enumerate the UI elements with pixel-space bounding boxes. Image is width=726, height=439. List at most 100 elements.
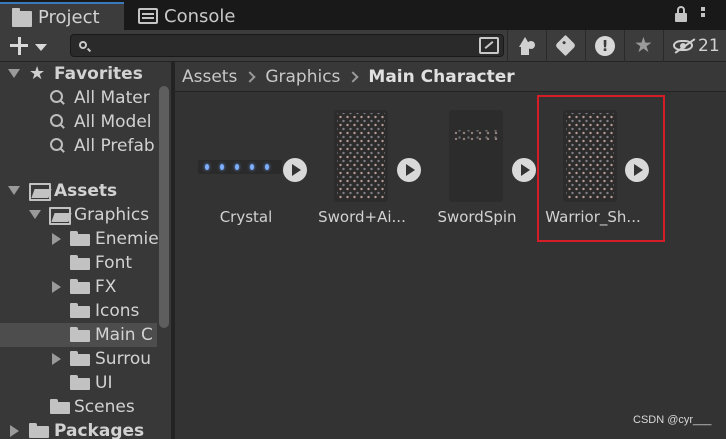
- asset-thumbnail: [419, 110, 536, 202]
- tree-item-folder[interactable]: Font: [0, 251, 157, 275]
- folder-tree: ★ Favorites All Mater All Model All Pref…: [0, 62, 171, 439]
- tree-label: Assets: [54, 181, 118, 201]
- folder-open-icon: [29, 183, 51, 201]
- tree-item-favorite[interactable]: All Model: [0, 110, 157, 134]
- more-options-icon[interactable]: [701, 7, 705, 23]
- tree-item-folder[interactable]: Scenes: [0, 395, 157, 419]
- folder-icon: [29, 423, 49, 438]
- asset-thumbnail: [188, 110, 307, 202]
- star-icon: ★: [634, 33, 653, 57]
- tree-item-favorites[interactable]: ★ Favorites: [0, 62, 157, 86]
- chevron-down-icon[interactable]: [8, 186, 20, 195]
- folder-icon: [70, 375, 90, 390]
- tree-item-packages[interactable]: Packages: [0, 419, 157, 439]
- hidden-packages-button[interactable]: 21: [663, 30, 726, 62]
- tree-item-favorite[interactable]: All Mater: [0, 86, 157, 110]
- tab-label: Console: [164, 5, 236, 27]
- create-button[interactable]: [8, 34, 50, 58]
- asset-thumbnail: [304, 110, 421, 202]
- plus-icon: [10, 37, 28, 55]
- folder-icon: [70, 255, 90, 270]
- search-input[interactable]: [95, 37, 475, 54]
- tree-label: Graphics: [74, 205, 150, 225]
- search-by-label-button[interactable]: [546, 30, 584, 62]
- search-icon: [79, 41, 87, 49]
- highlight-box: [537, 95, 665, 242]
- tree-item-folder[interactable]: FX: [0, 275, 157, 299]
- search-scope-icon[interactable]: [479, 37, 499, 54]
- tree-item-folder[interactable]: Enemie: [0, 227, 159, 251]
- search-icon: [50, 138, 66, 156]
- tree-item-folder[interactable]: UI: [0, 371, 157, 395]
- hidden-count: 21: [698, 36, 720, 56]
- tree-label: Enemie: [95, 229, 159, 249]
- tree-item-assets[interactable]: Assets: [0, 179, 157, 203]
- lock-icon[interactable]: [675, 6, 687, 22]
- breadcrumb-item[interactable]: Graphics: [265, 67, 340, 87]
- tree-label: Favorites: [54, 64, 143, 84]
- tree-item-folder[interactable]: Icons: [0, 299, 157, 323]
- tree-label: Packages: [54, 421, 145, 439]
- tree-label: Icons: [95, 301, 140, 321]
- search-by-importlog-button[interactable]: !: [585, 30, 623, 62]
- folder-icon: [70, 279, 90, 294]
- project-toolbar: ! ★ 21: [0, 30, 726, 62]
- chevron-down-icon[interactable]: [8, 69, 20, 78]
- chevron-down-icon[interactable]: [29, 210, 41, 219]
- tab-label: Project: [38, 6, 100, 28]
- folder-icon: [70, 303, 90, 318]
- asset-item[interactable]: Sword+Ai...: [304, 92, 424, 242]
- folder-open-icon: [49, 207, 71, 225]
- tree-label: Main C: [95, 325, 153, 345]
- asset-name: SwordSpin: [437, 208, 517, 226]
- breadcrumb-current[interactable]: Main Character: [368, 67, 514, 87]
- warning-icon: !: [595, 36, 615, 56]
- folder-icon: [12, 7, 32, 27]
- folder-icon: [70, 327, 90, 342]
- search-icon: [50, 90, 66, 108]
- folder-icon: [50, 399, 70, 414]
- tree-label: UI: [95, 373, 113, 393]
- play-icon[interactable]: [512, 158, 536, 182]
- search-field: [70, 34, 504, 57]
- save-search-button[interactable]: ★: [624, 30, 662, 62]
- shapes-icon: [519, 37, 537, 55]
- chevron-right-icon: [244, 70, 256, 83]
- breadcrumb: Assets Graphics Main Character: [175, 62, 726, 92]
- folder-icon: [70, 231, 90, 246]
- breadcrumb-item[interactable]: Assets: [182, 67, 237, 87]
- eye-slash-icon: [673, 40, 693, 51]
- asset-name: Sword+Ai...: [318, 208, 406, 226]
- search-by-type-button[interactable]: [507, 30, 545, 62]
- tab-console[interactable]: Console: [126, 2, 258, 30]
- chevron-right-icon[interactable]: [52, 281, 61, 293]
- tag-icon: [554, 34, 577, 57]
- sprite-sheet-preview: [337, 113, 385, 199]
- chevron-right-icon[interactable]: [52, 233, 61, 245]
- chevron-right-icon[interactable]: [52, 353, 61, 365]
- tab-bar: Project Console: [0, 0, 726, 30]
- tree-scrollbar[interactable]: [159, 86, 169, 328]
- tree-item-favorite[interactable]: All Prefab: [0, 134, 157, 158]
- chevron-right-icon[interactable]: [10, 425, 19, 437]
- tree-label: All Prefab: [74, 136, 155, 156]
- search-icon: [50, 114, 66, 132]
- sprite-sheet-preview: [452, 130, 500, 140]
- star-icon: ★: [29, 63, 46, 84]
- tree-item-folder[interactable]: Surrou: [0, 347, 157, 371]
- tree-item-folder-selected[interactable]: Main C: [0, 323, 157, 347]
- tab-project[interactable]: Project: [0, 2, 124, 30]
- tree-label: Font: [95, 253, 133, 273]
- sprite-strip-preview: [198, 160, 282, 174]
- play-icon[interactable]: [397, 158, 421, 182]
- console-icon: [138, 8, 158, 24]
- chevron-down-icon: [35, 44, 47, 51]
- asset-item[interactable]: Crystal: [188, 92, 308, 242]
- chevron-right-icon: [347, 70, 360, 83]
- tree-item-graphics[interactable]: Graphics: [0, 203, 157, 227]
- tree-label: Surrou: [95, 349, 152, 369]
- tree-label: FX: [95, 277, 117, 297]
- folder-icon: [70, 351, 90, 366]
- asset-item[interactable]: SwordSpin: [419, 92, 539, 242]
- watermark: CSDN @cyr___: [633, 414, 712, 426]
